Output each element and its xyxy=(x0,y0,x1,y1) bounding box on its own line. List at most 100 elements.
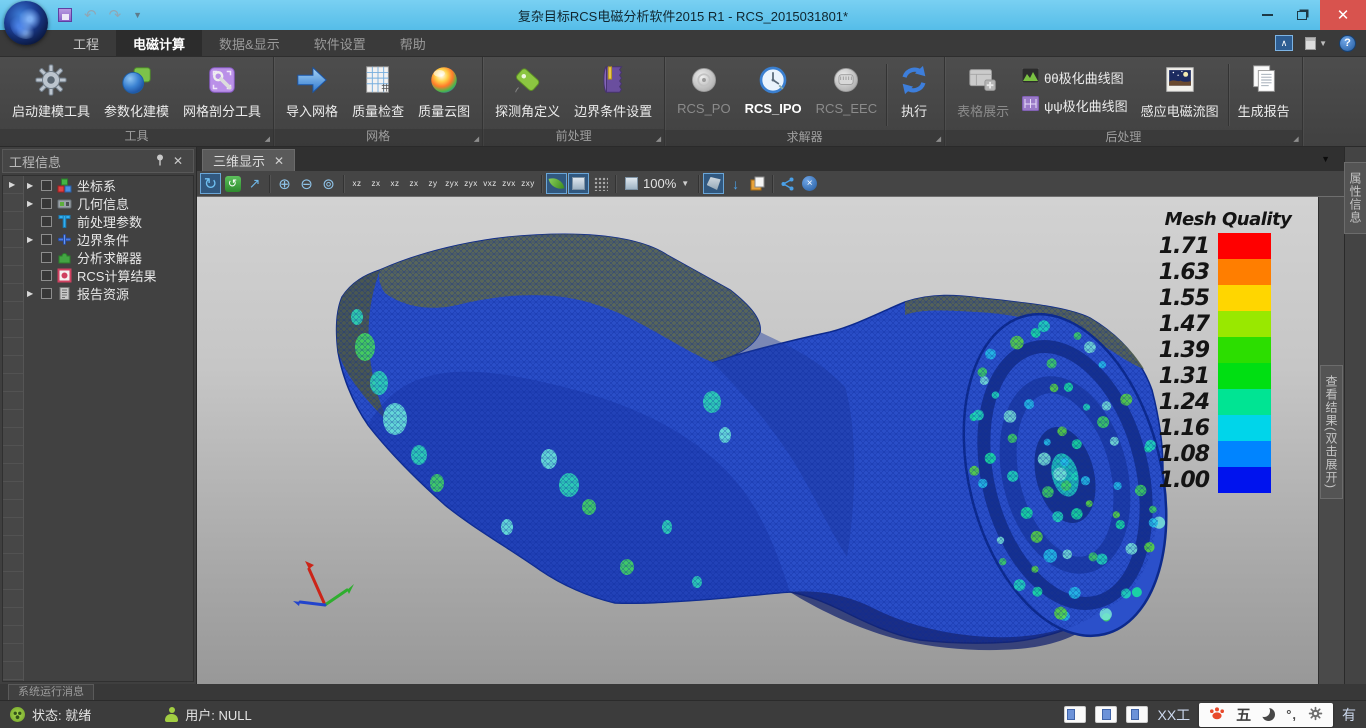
expander-icon[interactable]: ▶ xyxy=(27,199,41,208)
dialog-launcher-icon[interactable]: ◢ xyxy=(265,136,270,143)
tab-help[interactable]: 帮助 xyxy=(383,30,443,56)
viewport-3d[interactable]: Mesh Quality 1.71 1.63 1.55 1.47 1.39 1.… xyxy=(197,197,1318,684)
layers-button[interactable] xyxy=(747,173,768,194)
checkbox[interactable] xyxy=(41,180,52,191)
arrow-down-button[interactable]: ↓ xyxy=(725,173,746,194)
dialog-launcher-icon[interactable]: ◢ xyxy=(474,136,479,143)
ime-settings-gear-icon[interactable] xyxy=(1308,706,1323,724)
em-current-map-button[interactable]: 感应电磁流图 xyxy=(1134,60,1226,121)
close-tab-icon[interactable]: ✕ xyxy=(274,154,284,168)
theta-curve-button[interactable]: θθ极化曲线图 xyxy=(1022,68,1128,87)
checkbox[interactable] xyxy=(41,252,52,263)
system-messages-tab[interactable]: 系统运行消息 xyxy=(8,684,94,700)
dialog-launcher-icon[interactable]: ◢ xyxy=(1293,136,1298,143)
param-modeling-button[interactable]: 参数化建模 xyxy=(97,60,176,121)
expander-icon[interactable]: ▶ xyxy=(27,235,41,244)
pin-icon[interactable] xyxy=(151,154,169,169)
checkbox[interactable] xyxy=(41,216,52,227)
dialog-launcher-icon[interactable]: ◢ xyxy=(656,136,661,143)
rotate-view-button[interactable]: ↻ xyxy=(200,173,221,194)
layout-right-button[interactable] xyxy=(1126,706,1148,723)
axis-view-button[interactable]: vxz xyxy=(481,173,499,194)
axis-view-button[interactable]: zxy xyxy=(519,173,537,194)
tab-project[interactable]: 工程 xyxy=(56,30,116,56)
tab-list-dropdown-icon[interactable]: ▼ xyxy=(1321,154,1330,164)
mesh-tool-button[interactable]: 网格剖分工具 xyxy=(176,60,268,121)
close-button[interactable]: ✕ xyxy=(1320,0,1366,30)
axis-view-button[interactable]: zyx xyxy=(462,173,480,194)
axis-view-button[interactable]: zvx xyxy=(500,173,518,194)
table-show-button[interactable]: 表格展示 xyxy=(950,60,1016,121)
rcs-ipo-button[interactable]: RCS_IPO xyxy=(738,60,809,117)
axis-view-button[interactable]: zx xyxy=(405,173,423,194)
axis-view-button[interactable]: zy xyxy=(424,173,442,194)
boundary-setting-button[interactable]: 边界条件设置 xyxy=(567,60,659,121)
window-style-icon[interactable]: ▼ xyxy=(1305,37,1327,50)
checkbox[interactable] xyxy=(41,270,52,281)
view-results-vertical-tab[interactable]: 查看结果(双击展开) xyxy=(1320,365,1343,499)
expander-icon[interactable]: ▶ xyxy=(27,289,41,298)
surface-view-button[interactable] xyxy=(568,173,589,194)
help-icon[interactable]: ? xyxy=(1339,35,1356,52)
quick-access-dropdown-icon[interactable]: ▼ xyxy=(133,10,142,20)
zoom-level-select[interactable]: 100% ▼ xyxy=(620,176,694,191)
maximize-button[interactable] xyxy=(1284,0,1320,30)
tree-item-coordinate-system[interactable]: ▶ 坐标系 xyxy=(27,176,193,194)
tab-em-compute[interactable]: 电磁计算 xyxy=(116,30,202,56)
axis-view-button[interactable]: zyx xyxy=(443,173,461,194)
collapse-ribbon-icon[interactable]: ∧ xyxy=(1275,35,1293,51)
redo-icon[interactable]: ↷ xyxy=(109,8,122,23)
layout-middle-button[interactable] xyxy=(1095,706,1117,723)
pan-view-button[interactable]: ↗ xyxy=(244,173,265,194)
ime-moon-icon[interactable] xyxy=(1262,708,1275,721)
tree-item-geometry-info[interactable]: ▶ 几何信息 xyxy=(27,194,193,212)
row-selector-icon[interactable]: ▶ xyxy=(9,180,15,189)
cancel-button[interactable]: × xyxy=(799,173,820,194)
checkbox[interactable] xyxy=(41,198,52,209)
checkbox[interactable] xyxy=(41,288,52,299)
tree-item-boundary-conditions[interactable]: ▶ 边界条件 xyxy=(27,230,193,248)
ime-paw-icon[interactable] xyxy=(1209,705,1225,724)
axis-view-button[interactable]: xz xyxy=(386,173,404,194)
app-logo-icon[interactable] xyxy=(4,1,48,45)
tree-item-analysis-solver[interactable]: 分析求解器 xyxy=(27,248,193,266)
start-modeling-button[interactable]: 启动建模工具 xyxy=(5,60,97,121)
minimize-button[interactable] xyxy=(1250,0,1284,30)
zoom-fit-button[interactable]: ⊚ xyxy=(318,173,339,194)
axis-view-button[interactable]: zx xyxy=(367,173,385,194)
shaded-view-button[interactable] xyxy=(546,173,567,194)
psi-curve-button[interactable]: ψψ极化曲线图 xyxy=(1022,96,1128,115)
tab-data-display[interactable]: 数据&显示 xyxy=(202,30,297,56)
zoom-out-button[interactable]: ⊖ xyxy=(296,173,317,194)
section-view-button[interactable] xyxy=(703,173,724,194)
rcs-eec-button[interactable]: RCS_EEC xyxy=(809,60,884,117)
group-label-preprocess: 前处理 xyxy=(556,129,592,143)
tab-3d-display[interactable]: 三维显示 ✕ xyxy=(202,149,295,171)
save-icon[interactable] xyxy=(58,8,72,22)
dialog-launcher-icon[interactable]: ◢ xyxy=(936,136,941,143)
quality-cloud-button[interactable]: 质量云图 xyxy=(411,60,477,121)
probe-angle-button[interactable]: 探测角定义 xyxy=(488,60,567,121)
close-panel-icon[interactable]: ✕ xyxy=(169,154,187,168)
generate-report-button[interactable]: 生成报告 xyxy=(1231,60,1297,121)
tree-item-rcs-results[interactable]: RCS计算结果 xyxy=(27,266,193,284)
share-flow-button[interactable] xyxy=(777,173,798,194)
spin-view-button[interactable]: ↺ xyxy=(222,173,243,194)
property-info-vertical-tab[interactable]: 属性信息 xyxy=(1344,162,1366,234)
zoom-in-button[interactable]: ⊕ xyxy=(274,173,295,194)
axis-view-button[interactable]: xz xyxy=(348,173,366,194)
ime-wubi-toggle[interactable]: 五 xyxy=(1236,704,1251,725)
rcs-po-button[interactable]: RCS_PO xyxy=(670,60,737,117)
checkbox[interactable] xyxy=(41,234,52,245)
quality-check-button[interactable]: 质量检查 xyxy=(345,60,411,121)
expander-icon[interactable]: ▶ xyxy=(27,181,41,190)
ime-punct-toggle[interactable]: °, xyxy=(1286,707,1297,722)
execute-button[interactable]: 执行 xyxy=(889,60,939,121)
undo-icon[interactable]: ↶ xyxy=(84,8,97,23)
tree-item-report-resources[interactable]: ▶ 报告资源 xyxy=(27,284,193,302)
layout-left-button[interactable] xyxy=(1064,706,1086,723)
import-mesh-button[interactable]: 导入网格 xyxy=(279,60,345,121)
points-view-button[interactable] xyxy=(590,173,611,194)
tree-item-preprocess-params[interactable]: 前处理参数 xyxy=(27,212,193,230)
tab-software-settings[interactable]: 软件设置 xyxy=(297,30,383,56)
